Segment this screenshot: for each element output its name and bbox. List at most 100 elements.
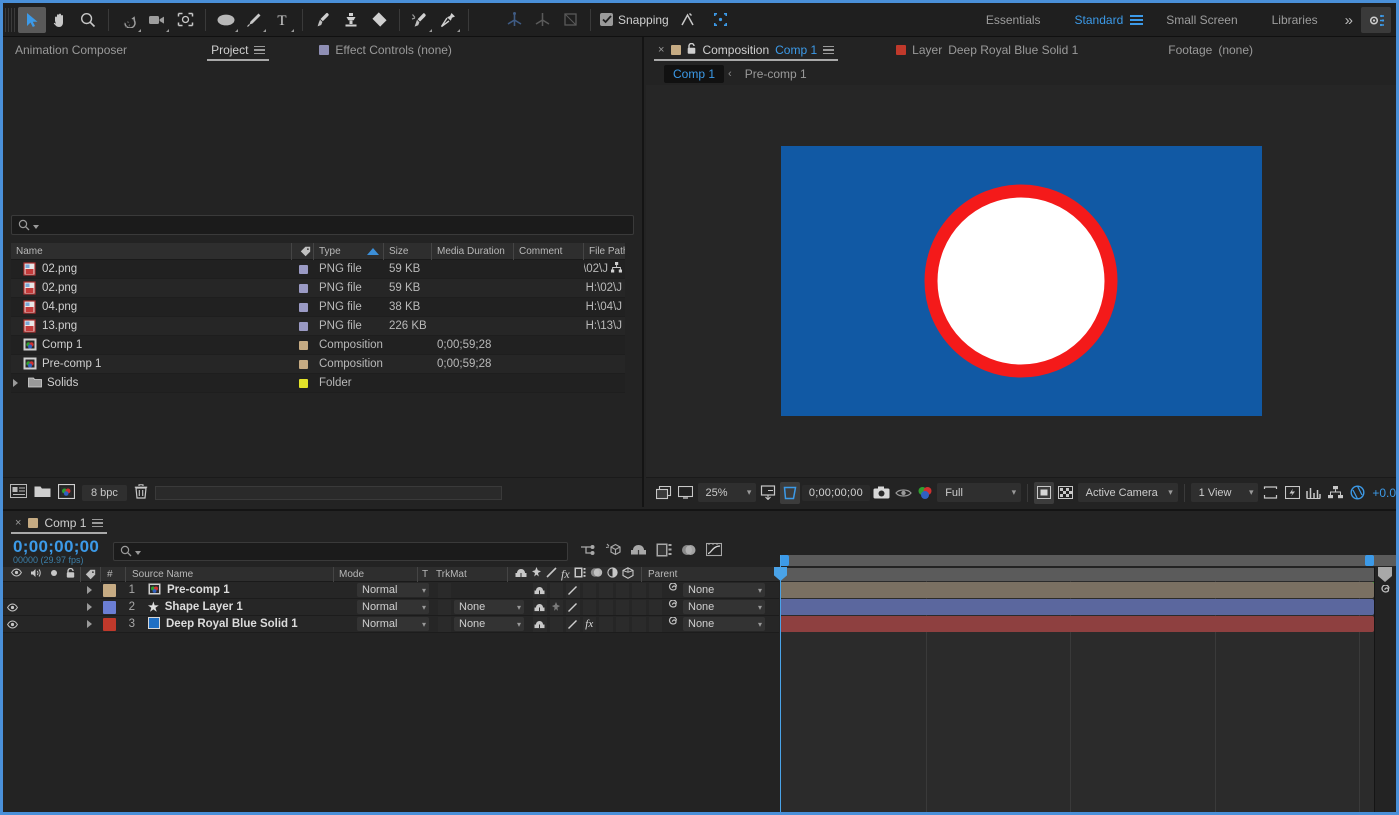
frame-blend-switch[interactable] bbox=[599, 616, 613, 632]
av-toggles[interactable] bbox=[3, 616, 81, 633]
collapse-switch[interactable] bbox=[549, 599, 563, 615]
layer-bar-track[interactable] bbox=[780, 599, 1374, 616]
axis-mode-icon[interactable] bbox=[528, 7, 556, 33]
column-file-path[interactable]: File Path bbox=[584, 243, 625, 260]
preserve-transparency-toggle[interactable] bbox=[438, 616, 452, 633]
snap-grid-icon[interactable] bbox=[707, 7, 735, 33]
column-comment[interactable]: Comment bbox=[514, 242, 584, 260]
row-tag[interactable] bbox=[292, 298, 314, 317]
graph-editor-icon[interactable] bbox=[706, 542, 723, 560]
comp-flowchart-icon[interactable] bbox=[1326, 482, 1346, 504]
expand-layer-icon[interactable] bbox=[81, 582, 101, 599]
unified-camera-icon[interactable] bbox=[500, 7, 528, 33]
layer-mode-cell[interactable]: Normal ▾ bbox=[354, 616, 438, 633]
project-search-input[interactable] bbox=[11, 215, 634, 235]
current-time-indicator[interactable] bbox=[780, 555, 781, 812]
tab-composition-comp1[interactable]: × Composition Comp 1 bbox=[646, 37, 846, 63]
resolution-region-icon[interactable] bbox=[758, 482, 778, 504]
delete-icon[interactable] bbox=[134, 483, 148, 502]
rotation-tool[interactable] bbox=[115, 7, 143, 33]
adjustment-switch[interactable] bbox=[632, 599, 646, 615]
blend-mode-dropdown[interactable]: Normal ▾ bbox=[357, 600, 429, 614]
video-toggle[interactable] bbox=[3, 602, 23, 612]
work-area-end-handle[interactable] bbox=[1365, 555, 1374, 566]
bit-depth-button[interactable]: 8 bpc bbox=[82, 484, 127, 501]
interpret-footage-icon[interactable] bbox=[10, 484, 27, 501]
project-file-list[interactable]: Name Type Size Media Duration Comment Fi… bbox=[11, 242, 625, 475]
work-area-start-handle[interactable] bbox=[780, 555, 789, 566]
always-preview-this-view-icon[interactable] bbox=[654, 482, 674, 504]
tab-effect-controls[interactable]: Effect Controls (none) bbox=[307, 37, 464, 63]
layer-pickwhip-icon[interactable] bbox=[1379, 584, 1392, 601]
current-time-display[interactable]: 0;00;00;00 bbox=[801, 484, 870, 501]
adjustment-switch[interactable] bbox=[632, 582, 646, 598]
blend-mode-dropdown[interactable]: Normal ▾ bbox=[357, 617, 429, 631]
shy-switch[interactable] bbox=[533, 599, 547, 615]
toolbar-grip[interactable] bbox=[5, 7, 15, 32]
row-name-cell[interactable]: 04.png bbox=[11, 298, 292, 317]
enable-frame-blending-icon[interactable] bbox=[656, 543, 672, 560]
row-tag[interactable] bbox=[292, 260, 314, 279]
preserve-transparency-toggle[interactable] bbox=[438, 582, 452, 599]
row-tag[interactable] bbox=[292, 374, 314, 393]
eraser-tool[interactable] bbox=[365, 7, 393, 33]
draft-3d-icon[interactable] bbox=[605, 542, 621, 560]
clone-stamp-tool[interactable] bbox=[337, 7, 365, 33]
work-area-bar[interactable] bbox=[780, 555, 1396, 566]
exposure-value[interactable]: +0.0 bbox=[1372, 486, 1396, 500]
preserve-transparency-toggle[interactable] bbox=[438, 599, 452, 616]
type-tool[interactable]: T bbox=[268, 7, 296, 33]
layer-name-cell[interactable]: Deep Royal Blue Solid 1 bbox=[142, 616, 354, 633]
parent-dropdown[interactable]: None ▾ bbox=[683, 617, 765, 631]
3d-switch[interactable] bbox=[648, 616, 662, 632]
table-row[interactable]: 1 Pre-comp 1 Normal ▾ None ▾ bbox=[3, 581, 779, 599]
view-layout-dropdown[interactable]: 1 View ▾ bbox=[1190, 483, 1259, 502]
row-tag[interactable] bbox=[292, 317, 314, 336]
workspace-overflow-icon[interactable]: » bbox=[1335, 12, 1361, 29]
layer-name-cell[interactable]: ★ Shape Layer 1 bbox=[142, 599, 354, 616]
effects-switch[interactable] bbox=[582, 582, 596, 598]
column-parent[interactable]: Parent bbox=[642, 567, 779, 582]
puppet-pin-tool[interactable] bbox=[434, 7, 462, 33]
collapse-switch[interactable] bbox=[549, 582, 563, 598]
layer-switches[interactable] bbox=[528, 599, 662, 616]
shy-switch[interactable] bbox=[533, 616, 547, 632]
toggle-mask-icon[interactable] bbox=[1056, 482, 1076, 504]
disclosure-triangle-icon[interactable] bbox=[13, 379, 18, 387]
magnification-dropdown[interactable]: 25% ▾ bbox=[697, 483, 757, 502]
parent-pickwhip-icon[interactable] bbox=[667, 598, 679, 615]
shy-switch[interactable] bbox=[533, 582, 547, 598]
timeline-graph-icon[interactable] bbox=[1304, 482, 1324, 504]
layer-name-cell[interactable]: Pre-comp 1 bbox=[142, 582, 354, 599]
column-preserve-transparency[interactable]: T bbox=[418, 567, 432, 582]
enable-motion-blur-icon[interactable] bbox=[681, 543, 697, 560]
label-column-header[interactable] bbox=[81, 566, 101, 582]
composition-mini-flowchart-icon[interactable] bbox=[580, 543, 596, 560]
tab-layer-deep-royal-blue-solid-1[interactable]: Layer Deep Royal Blue Solid 1 bbox=[884, 37, 1090, 63]
layer-label-color[interactable] bbox=[101, 616, 117, 633]
motion-blur-switch[interactable] bbox=[615, 582, 629, 598]
track-matte-dropdown[interactable]: None ▾ bbox=[454, 600, 524, 614]
motion-blur-switch[interactable] bbox=[615, 616, 629, 632]
expand-layer-icon[interactable] bbox=[81, 616, 101, 633]
parent-pickwhip-icon[interactable] bbox=[667, 615, 679, 632]
resolution-dropdown[interactable]: Full ▾ bbox=[937, 483, 1022, 502]
row-tag[interactable] bbox=[292, 279, 314, 298]
track-matte-cell[interactable] bbox=[452, 582, 528, 599]
layer-switches[interactable] bbox=[528, 582, 662, 599]
table-row[interactable]: 02.png PNG file 59 KB H:\02\J bbox=[11, 260, 625, 279]
row-name-cell[interactable]: 02.png bbox=[11, 260, 292, 279]
column-size[interactable]: Size bbox=[384, 242, 432, 260]
camera-view-dropdown[interactable]: Active Camera ▾ bbox=[1077, 483, 1178, 502]
layer-label-color[interactable] bbox=[101, 582, 117, 599]
pixel-aspect-correction-icon[interactable] bbox=[1260, 482, 1280, 504]
snapping-control[interactable]: Snapping bbox=[600, 7, 735, 33]
tab-timeline-comp1[interactable]: × Comp 1 bbox=[3, 510, 115, 536]
layer-duration-bar[interactable] bbox=[780, 616, 1374, 632]
av-toggles[interactable] bbox=[3, 599, 81, 616]
track-matte-cell[interactable]: None ▾ bbox=[452, 599, 528, 616]
collapse-switch[interactable] bbox=[549, 616, 563, 632]
adjustment-switch[interactable] bbox=[632, 616, 646, 632]
workspace-menu-icon[interactable] bbox=[1130, 15, 1144, 25]
layer-duration-bar[interactable] bbox=[780, 582, 1374, 598]
